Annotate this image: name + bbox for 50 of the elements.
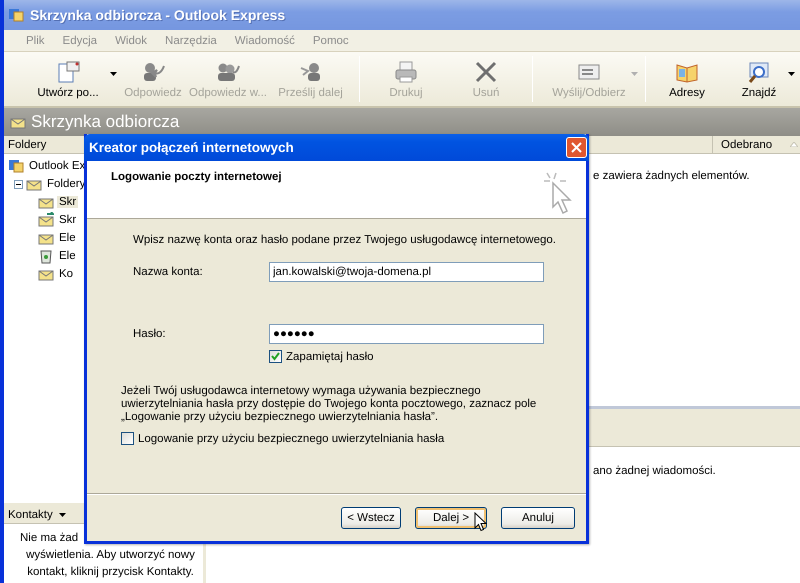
empty-message: e zawiera żadnych elementów.	[593, 170, 750, 182]
wizard-heading: Logowanie poczty internetowej	[111, 171, 282, 185]
instruction-text: Wpisz nazwę konta oraz hasło podane przez Twojego usługodawcę internetowego.	[133, 234, 556, 246]
dialog-button[interactable]: Anuluj	[501, 507, 575, 529]
folder-title: Skrzynka odbiorcza	[31, 112, 180, 132]
mouse-pointer-icon	[474, 512, 487, 532]
folder-item[interactable]: Skr	[57, 214, 78, 226]
collapse-icon[interactable]	[14, 180, 23, 188]
printer-icon	[394, 60, 418, 84]
field-label: Hasło:	[133, 328, 167, 340]
toolbar-button[interactable]: Znajdź	[722, 52, 796, 106]
outlook-icon	[8, 158, 24, 174]
dialog-button[interactable]: Dalej >	[415, 507, 487, 529]
dialog-title: Kreator połączeń internetowych	[89, 140, 294, 155]
checkbox-label: Logowanie przy użyciu bezpiecznego uwierzytelniania hasła	[138, 432, 444, 444]
close-button[interactable]	[566, 137, 587, 158]
pane-title: Foldery	[8, 138, 46, 150]
empty-message: Nie ma żad	[19, 531, 80, 546]
trash-icon	[38, 248, 54, 264]
checkbox[interactable]	[121, 432, 134, 445]
contacts-menu[interactable]: Kontakty	[8, 508, 53, 520]
close-icon[interactable]	[571, 142, 582, 153]
folder-item[interactable]: Ele	[57, 250, 78, 262]
info-text: Jeżeli Twój usługodawca internetowy wymaga używania bezpiecznego uwierzytelniania hasła przy dostępie do Twojego konta pocztowego, zaznacz pole „Logowanie przy użyciu bezpiecznego uwierzytelniania hasła”.	[121, 385, 538, 424]
field-label: Nazwa konta:	[133, 266, 204, 278]
outbox-icon	[38, 212, 54, 228]
empty-message: ano żadnej wiadomości.	[593, 465, 716, 477]
toolbar-button[interactable]: Utwórz po...	[18, 52, 118, 106]
caret-icon[interactable]	[58, 512, 66, 516]
password-field[interactable]: ●●●●●●	[269, 324, 544, 344]
folder-item[interactable]: Ele	[57, 232, 78, 244]
window-title: Skrzynka odbiorcza - Outlook Express	[30, 7, 286, 23]
new-mail-icon	[56, 60, 80, 84]
folder-item[interactable]: Outlook Ex	[27, 160, 88, 172]
folder-item[interactable]: Ko	[57, 268, 76, 280]
outlook-icon	[8, 7, 24, 23]
checkbox[interactable]	[269, 350, 282, 363]
empty-message: wyświetlenia. Aby utworzyć nowy	[25, 548, 196, 563]
caret-icon[interactable]	[110, 72, 117, 76]
folder-item[interactable]: Foldery	[45, 178, 88, 190]
input-field[interactable]: jan.kowalski@twoja-domena.pl	[269, 262, 544, 282]
toolbar-button[interactable]: Adresy	[652, 52, 722, 106]
checkbox-label: Zapamiętaj hasło	[286, 350, 374, 362]
caret-icon[interactable]	[788, 72, 795, 76]
delete-icon	[474, 60, 498, 84]
folder-item[interactable]: Skr	[57, 196, 78, 208]
search-icon	[747, 60, 771, 84]
empty-message: kontakt, kliknij przycisk Kontakty.	[26, 565, 195, 580]
column-header[interactable]: Odebrano	[712, 136, 800, 153]
dialog-button[interactable]: < Wstecz	[341, 507, 401, 529]
